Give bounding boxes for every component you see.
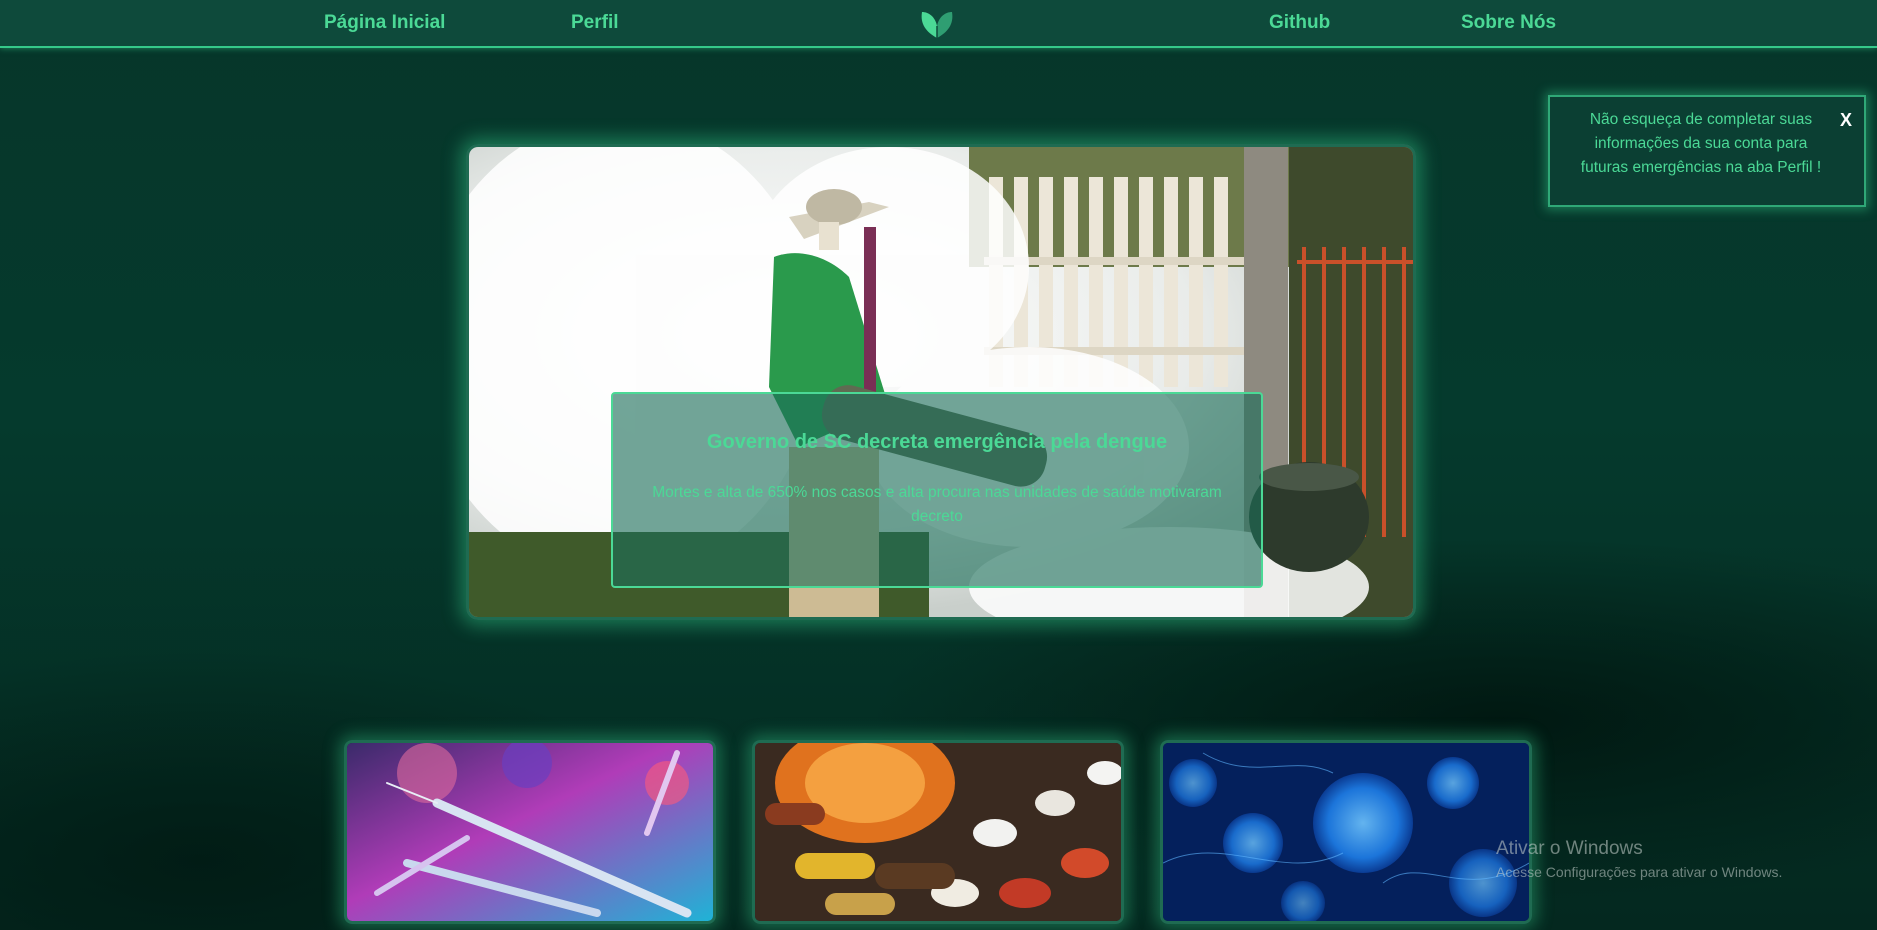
nav-link-about[interactable]: Sobre Nós [1461,12,1556,34]
news-description: Mortes e alta de 650% nos casos e alta p… [652,484,1222,525]
syringes-image [347,743,713,921]
leaf-heart-icon[interactable] [918,6,956,40]
toast-message: Não esqueça de completar suas informaçõe… [1580,111,1822,176]
cells-image [1163,743,1529,921]
nav-link-home[interactable]: Página Inicial [324,12,445,34]
nav-link-profile[interactable]: Perfil [571,12,619,34]
profile-reminder-toast: Não esqueça de completar suas informaçõe… [1548,95,1866,207]
pills-image [755,743,1121,921]
news-card-pills[interactable] [752,740,1124,924]
news-card-syringes[interactable] [344,740,716,924]
close-button[interactable]: X [1840,108,1852,132]
news-card-cells[interactable] [1160,740,1532,924]
nav-link-github[interactable]: Github [1269,12,1330,34]
news-title: Governo de SC decreta emergência pela de… [706,431,1168,453]
news-hero-card[interactable]: Governo de SC decreta emergência pela de… [466,144,1416,620]
windows-activation-subtitle: Acesse Configurações para ativar o Windo… [1496,864,1783,880]
navbar: Página Inicial Perfil Github Sobre Nós [0,0,1877,48]
news-caption: Governo de SC decreta emergência pela de… [611,392,1263,588]
windows-activation-title: Ativar o Windows [1496,838,1643,859]
